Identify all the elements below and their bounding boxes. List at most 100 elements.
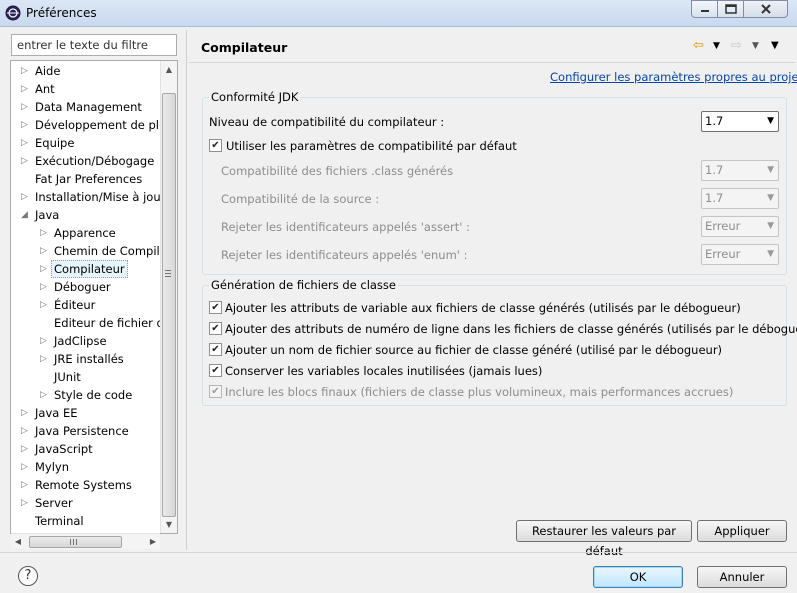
collapsed-arrow-icon[interactable]: ▷ [40, 278, 50, 296]
tree-item-label: Remote Systems [35, 478, 132, 492]
cancel-button[interactable]: Annuler [697, 566, 787, 588]
filter-input[interactable] [11, 34, 177, 56]
use-default-compliance-checkbox[interactable]: ✔ [209, 139, 222, 152]
tree-item-label: Compilateur [51, 260, 128, 278]
tree-item[interactable]: ▷ JRE installés [11, 350, 161, 368]
collapsed-arrow-icon[interactable]: ▷ [21, 494, 31, 512]
back-arrow-icon[interactable]: ⇦ [693, 37, 704, 55]
scroll-down-icon[interactable]: ▼ [161, 516, 177, 533]
pane-splitter[interactable] [186, 30, 187, 550]
classgen-option-checkbox[interactable]: ✔ [209, 385, 222, 398]
tree-item[interactable]: ▷ Mylyn [11, 458, 161, 476]
tree-item[interactable]: ▷ Développement de plug [11, 116, 174, 134]
project-settings-link[interactable]: Configurer les paramètres propres au pro… [550, 70, 797, 84]
maximize-button[interactable] [717, 0, 744, 18]
scroll-left-icon[interactable]: ◀ [11, 534, 25, 550]
tree-item[interactable]: ▷ JavaScript [11, 440, 161, 458]
classgen-option-checkbox[interactable]: ✔ [209, 322, 222, 335]
collapsed-arrow-icon[interactable]: ▷ [21, 404, 31, 422]
collapsed-arrow-icon[interactable]: ▷ [21, 80, 31, 98]
collapsed-arrow-icon[interactable]: ▷ [40, 260, 50, 278]
ok-button[interactable]: OK [593, 566, 683, 588]
classgen-option-checkbox[interactable]: ✔ [209, 343, 222, 356]
tree-item[interactable]: ▷ Equipe [11, 134, 161, 152]
scrollbar-thumb[interactable] [162, 93, 176, 517]
window-title: Préférences [26, 6, 97, 20]
tree-item[interactable]: ▷ Installation/Mise à jour [11, 188, 165, 206]
collapsed-arrow-icon[interactable]: ▷ [40, 224, 50, 242]
compliance-level-select[interactable]: 1.7 ▼ [701, 111, 779, 132]
collapsed-arrow-icon[interactable]: ▷ [21, 440, 31, 458]
tree-item[interactable]: ▷ JadClipse [11, 332, 161, 350]
scrollbar-grip-icon [70, 539, 77, 545]
scrollbar-grip-icon [165, 270, 171, 277]
tree-item[interactable]: ▷ Apparence [11, 224, 161, 242]
classgen-option-checkbox[interactable]: ✔ [209, 301, 222, 314]
tree-item[interactable]: ▷ Style de code [11, 386, 161, 404]
collapsed-arrow-icon[interactable]: ▷ [21, 116, 31, 134]
tree-item-label: Déboguer [54, 280, 111, 294]
tree-item[interactable]: JUnit [11, 368, 161, 386]
apply-button[interactable]: Appliquer [697, 520, 787, 542]
tree-item[interactable]: ▷ Compilateur [11, 260, 161, 278]
tree-item-label: Mylyn [35, 460, 70, 474]
tree-item-label: JadClipse [54, 334, 107, 348]
source-compat-select[interactable]: 1.7 ▼ [701, 188, 779, 209]
tree-item[interactable]: ▷ Chemin de Compila [11, 242, 167, 260]
tree-item-label: Server [35, 496, 73, 510]
jdk-compliance-legend: Conformité JDK [209, 90, 301, 104]
collapsed-arrow-icon[interactable]: ▷ [40, 242, 50, 260]
expanded-arrow-icon[interactable]: ◢ [21, 206, 31, 224]
scrollbar-thumb[interactable] [29, 536, 122, 548]
collapsed-arrow-icon[interactable]: ▷ [21, 134, 31, 152]
collapsed-arrow-icon[interactable]: ▷ [21, 152, 31, 170]
tree-item[interactable]: ▷ Java Persistence [11, 422, 161, 440]
collapsed-arrow-icon[interactable]: ▷ [21, 188, 31, 206]
tree-item[interactable]: ▷ Ant [11, 80, 161, 98]
collapsed-arrow-icon[interactable]: ▷ [21, 458, 31, 476]
preferences-tree[interactable]: ▷ Aide ▷ Ant ▷ Data Management ▷ Développement … [10, 60, 178, 534]
help-icon[interactable]: ? [18, 566, 38, 586]
tree-item[interactable]: ▷ Déboguer [11, 278, 161, 296]
tree-item[interactable]: ▷ Éditeur [11, 296, 161, 314]
tree-item[interactable]: Terminal [11, 512, 161, 530]
minimize-button[interactable] [691, 0, 718, 18]
close-button[interactable] [743, 0, 788, 18]
assert-identifier-select[interactable]: Erreur ▼ [701, 216, 779, 237]
chevron-down-icon: ▼ [767, 116, 774, 126]
page-title: Compilateur [201, 40, 288, 55]
scroll-right-icon[interactable]: ▶ [146, 534, 160, 550]
collapsed-arrow-icon[interactable]: ▷ [40, 350, 50, 368]
class-compat-select[interactable]: 1.7 ▼ [701, 160, 779, 181]
tree-horizontal-scrollbar[interactable]: ◀ ▶ [11, 533, 160, 549]
forward-arrow-icon[interactable]: ⇨ [731, 37, 742, 55]
collapsed-arrow-icon[interactable]: ▷ [21, 62, 31, 80]
tree-item[interactable]: ▷ Aide [11, 62, 161, 80]
view-menu-icon[interactable]: ▼ [771, 37, 779, 55]
tree-item-label: Java [35, 208, 60, 222]
tree-item[interactable]: ◢ Java [11, 206, 161, 224]
tree-item[interactable]: Fat Jar Preferences [11, 170, 161, 188]
scroll-up-icon[interactable]: ▲ [161, 61, 177, 78]
tree-item[interactable]: Editeur de fichier de [11, 314, 171, 332]
classgen-option-checkbox[interactable]: ✔ [209, 364, 222, 377]
collapsed-arrow-icon[interactable]: ▷ [40, 332, 50, 350]
tree-item-label: JUnit [54, 370, 81, 384]
tree-item[interactable]: ▷ Data Management [11, 98, 161, 116]
collapsed-arrow-icon[interactable]: ▷ [40, 386, 50, 404]
restore-defaults-button[interactable]: Restaurer les valeurs par défaut [516, 520, 692, 558]
collapsed-arrow-icon[interactable]: ▷ [21, 98, 31, 116]
collapsed-arrow-icon[interactable]: ▷ [21, 422, 31, 440]
tree-item[interactable]: ▷ Java EE [11, 404, 161, 422]
tree-vertical-scrollbar[interactable]: ▲ ▼ [160, 61, 177, 533]
collapsed-arrow-icon[interactable]: ▷ [21, 476, 31, 494]
tree-item[interactable]: ▷ Server [11, 494, 161, 512]
tree-item[interactable]: ▷ Remote Systems [11, 476, 161, 494]
tree-item[interactable]: ▷ Exécution/Débogage [11, 152, 161, 170]
forward-menu-chevron-icon[interactable]: ▼ [752, 37, 759, 55]
footer-divider [0, 552, 797, 553]
enum-identifier-select[interactable]: Erreur ▼ [701, 244, 779, 265]
back-menu-chevron-icon[interactable]: ▼ [713, 37, 720, 55]
tree-item-label: JRE installés [54, 352, 124, 366]
collapsed-arrow-icon[interactable]: ▷ [40, 296, 50, 314]
